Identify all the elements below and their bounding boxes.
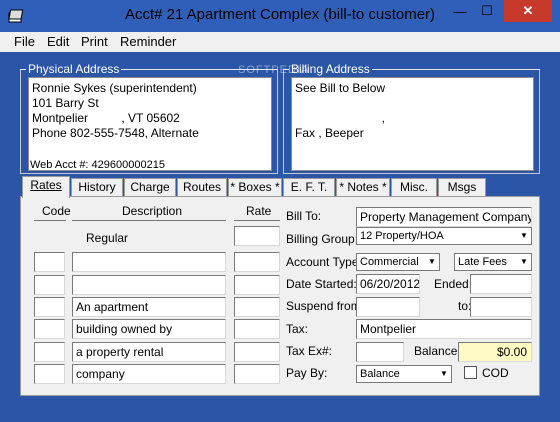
- balance-field: $0.00: [458, 342, 532, 362]
- billing-group-label: Billing Group:: [286, 232, 359, 246]
- description-input[interactable]: [72, 275, 226, 295]
- chevron-down-icon: ▼: [520, 257, 528, 266]
- physical-address-line: Montpelier , VT 05602: [32, 111, 180, 125]
- menu-print[interactable]: Print: [81, 34, 108, 49]
- pay-by-label: Pay By:: [286, 366, 328, 380]
- tab-msgs[interactable]: Msgs: [438, 178, 486, 197]
- tab-eft[interactable]: E. F. T.: [283, 178, 335, 197]
- bill-to-label: Bill To:: [286, 209, 322, 223]
- date-started-input[interactable]: 06/20/2012: [356, 274, 420, 294]
- regular-rate-input[interactable]: [234, 226, 280, 246]
- tax-input[interactable]: Montpelier: [356, 319, 532, 339]
- code-input[interactable]: [34, 319, 65, 339]
- header-underline: [72, 220, 226, 221]
- header-underline: [234, 220, 280, 221]
- menu-edit[interactable]: Edit: [47, 34, 69, 49]
- tax-label: Tax:: [286, 322, 309, 336]
- suspend-from-label: Suspend from:: [286, 299, 365, 313]
- description-input[interactable]: [72, 252, 226, 272]
- billing-group-select[interactable]: 12 Property/HOA ▼: [356, 227, 532, 245]
- billing-address-line: ,: [295, 111, 386, 125]
- cod-checkbox[interactable]: [464, 366, 477, 379]
- ended-label: Ended:: [434, 277, 473, 291]
- physical-address-title: Physical Address: [26, 62, 122, 76]
- description-input[interactable]: building owned by: [72, 319, 226, 339]
- bill-to-input[interactable]: Property Management Company: [356, 207, 532, 227]
- billing-address-field[interactable]: See Bill to Below , Fax , Beeper: [291, 77, 534, 171]
- maximize-button[interactable]: ☐: [474, 0, 500, 22]
- cod-label: COD: [482, 366, 509, 380]
- minimize-button[interactable]: —: [446, 0, 474, 22]
- suspend-from-input[interactable]: [356, 297, 420, 317]
- close-button[interactable]: ✕: [504, 0, 552, 22]
- tab-rates[interactable]: Rates: [22, 176, 70, 198]
- menu-reminder[interactable]: Reminder: [120, 34, 176, 49]
- tab-charge[interactable]: Charge: [124, 178, 176, 197]
- code-input[interactable]: [34, 275, 65, 295]
- rate-input[interactable]: [234, 297, 280, 317]
- rate-input[interactable]: [234, 252, 280, 272]
- column-header-rate: Rate: [246, 204, 272, 218]
- tab-notes[interactable]: * Notes *: [336, 178, 390, 197]
- rate-input[interactable]: [234, 319, 280, 339]
- regular-rate-label: Regular: [86, 231, 129, 245]
- tab-routes[interactable]: Routes: [177, 178, 227, 197]
- menu-bar: File Edit Print Reminder: [0, 32, 560, 52]
- column-header-code: Code: [42, 204, 71, 218]
- billing-address-line: See Bill to Below: [295, 81, 386, 95]
- watermark: SOFTPEDIA: [238, 64, 310, 76]
- date-started-label: Date Started:: [286, 277, 357, 291]
- ended-input[interactable]: [470, 274, 532, 294]
- physical-address-line: 101 Barry St: [32, 96, 99, 110]
- billing-address-line: Fax , Beeper: [295, 126, 364, 140]
- pay-by-select[interactable]: Balance ▼: [356, 365, 452, 383]
- code-input[interactable]: [34, 297, 65, 317]
- title-bar: Acct# 21 Apartment Complex (bill-to cust…: [0, 0, 560, 32]
- description-input[interactable]: a property rental: [72, 342, 226, 362]
- tax-ex-input[interactable]: [356, 342, 404, 362]
- physical-address-line: Phone 802-555-7548, Alternate: [32, 126, 199, 140]
- code-input[interactable]: [34, 342, 65, 362]
- menu-file[interactable]: File: [14, 34, 35, 49]
- column-header-description: Description: [122, 204, 183, 218]
- rate-input[interactable]: [234, 364, 280, 384]
- tax-ex-label: Tax Ex#:: [286, 344, 333, 358]
- balance-label: Balance:: [414, 344, 461, 358]
- rate-input[interactable]: [234, 275, 280, 295]
- web-acct-number: Web Acct #: 429600000215: [30, 159, 165, 171]
- code-input[interactable]: [34, 252, 65, 272]
- account-type-label: Account Type:: [286, 255, 362, 269]
- description-input[interactable]: An apartment: [72, 297, 226, 317]
- tab-history[interactable]: History: [71, 178, 123, 197]
- tab-boxes[interactable]: * Boxes *: [228, 178, 282, 197]
- chevron-down-icon: ▼: [428, 257, 436, 266]
- rate-input[interactable]: [234, 342, 280, 362]
- header-underline: [34, 220, 66, 221]
- physical-address-line: Ronnie Sykes (superintendent): [32, 81, 197, 95]
- account-type-select[interactable]: Commercial ▼: [356, 253, 440, 271]
- chevron-down-icon: ▼: [440, 369, 448, 378]
- code-input[interactable]: [34, 364, 65, 384]
- description-input[interactable]: company: [72, 364, 226, 384]
- tab-misc[interactable]: Misc.: [391, 178, 437, 197]
- late-fees-select[interactable]: Late Fees ▼: [454, 253, 532, 271]
- chevron-down-icon: ▼: [520, 231, 528, 240]
- suspend-to-input[interactable]: [470, 297, 532, 317]
- physical-address-field[interactable]: Ronnie Sykes (superintendent) 101 Barry …: [28, 77, 272, 171]
